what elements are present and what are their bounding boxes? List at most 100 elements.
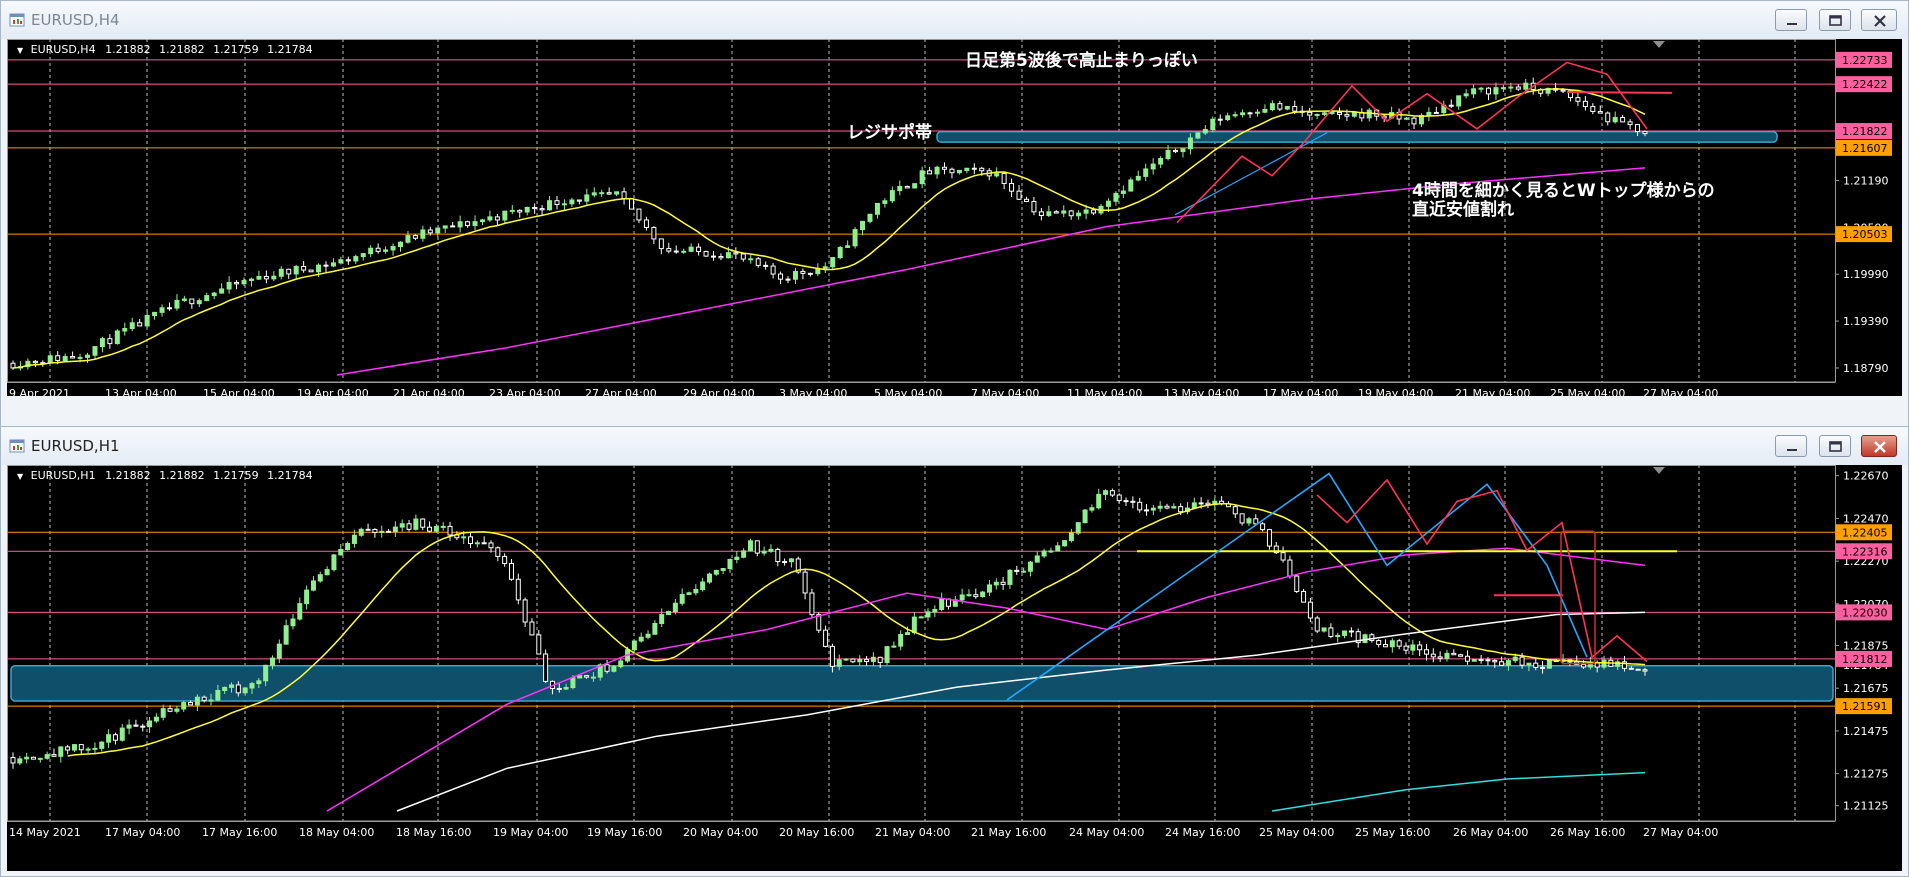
annotation-note-wtop-2[interactable]: 直近安値割れ [1412,200,1514,220]
candle-bull [852,229,858,247]
candle-bear [286,268,292,275]
maximize-button[interactable] [1819,9,1851,31]
collapse-triangle-icon[interactable]: ▼ [17,472,23,481]
candle-bear [1266,529,1272,547]
time-axis-label: 5 May 04:00 [874,387,942,396]
annotation-note-wtop-1[interactable]: 4時間を細かく見るとWトップ様からの [1412,181,1715,201]
candle-bull [1062,540,1068,547]
candle-bull [92,747,98,750]
candle-bull [1171,506,1177,509]
candle-bull [925,611,931,618]
candle-bull [153,716,159,722]
candle-bull [1150,163,1156,170]
candle-bear [864,658,870,662]
candle-bull [645,633,651,638]
price-chart-h4[interactable]: 9 Apr 2021 13 Apr 04:00 15 Apr 04:00 19 Apr… [7,39,1902,396]
candle-bull [144,315,150,327]
candle-bull [845,245,851,248]
candle-bear [375,247,381,252]
candle-bear [710,255,716,258]
minimize-button[interactable] [1775,9,1807,31]
minimize-button[interactable] [1775,435,1807,457]
time-axis-label: 13 May 04:00 [1164,387,1239,396]
candle-bull [631,640,637,651]
annotation-note-high[interactable]: 日足第5波後で高止まりっぽい [965,51,1198,71]
candle-bear [420,518,426,528]
window-titlebar[interactable]: EURUSD,H4 [1,1,1908,39]
candle-bull [725,252,731,259]
time-axis-label: 17 May 16:00 [202,826,277,839]
candle-bull [1322,112,1328,115]
candle-bull [440,525,446,528]
candle-bear [133,724,139,727]
candle-bull [420,229,426,239]
candle-bull [891,645,897,648]
candle-bull [330,262,336,267]
candle-bull [1103,490,1109,495]
candle-bull [310,580,316,591]
candle-bull [591,192,597,196]
candle-bear [51,754,57,757]
candle-bear [1575,97,1581,102]
candle-bear [1396,640,1402,647]
candle-bull [474,542,480,545]
candle-bull [1262,109,1268,113]
candle-bull [1254,111,1260,114]
candle-bull [241,280,247,285]
time-axis-label: 27 May 04:00 [1643,387,1718,396]
candle-bear [1485,659,1491,662]
candle-bull [263,664,269,682]
time-axis-label: 24 May 16:00 [1165,826,1240,839]
candle-bear [508,562,514,580]
annotation-zone-label[interactable]: レジサポ帯 [847,123,932,143]
candle-bear [1280,552,1286,561]
candle-bull [126,724,132,729]
candle-bull [884,646,890,664]
chart-window-h1[interactable]: EURUSD,H1 14 May 2021 17 May 04:00 17 May … [0,426,1909,877]
chart-window-h4[interactable]: EURUSD,H4 9 Apr 2021 13 Apr 04:00 15 Apr 0… [0,0,1909,428]
price-tag-label: 1.20503 [1842,228,1888,241]
candle-bear [1590,106,1596,112]
candle-bear [1581,664,1587,668]
candle-bull [461,536,467,539]
candle-bull [398,241,404,248]
price-tag-label: 1.22733 [1842,54,1888,67]
candle-bull [1143,168,1149,177]
candle-bear [904,186,910,189]
candle-bull [563,687,569,690]
candle-bear [979,167,985,172]
candle-bull [1601,659,1607,668]
window-titlebar[interactable]: EURUSD,H1 [1,427,1908,465]
candle-bear [829,645,835,667]
ohlc-high: 1.21882 [159,469,205,482]
candle-bear [112,734,118,741]
price-chart-h1[interactable]: 14 May 2021 17 May 04:00 17 May 16:00 18 Ma… [7,465,1902,871]
candle-bear [1164,505,1170,509]
candle-bull [58,746,64,757]
candle-bear [386,530,392,533]
price-axis-label: 1.21190 [1843,174,1889,187]
maximize-button[interactable] [1819,435,1851,457]
candle-bear [1239,513,1245,524]
candle-bear [971,167,977,170]
candle-bull [1096,493,1102,509]
candle-bear [604,664,610,672]
time-axis-label: 25 May 04:00 [1550,387,1625,396]
candle-bear [1423,649,1429,655]
candle-bear [666,248,672,252]
candle-bull [317,574,323,582]
close-button[interactable] [1861,9,1897,31]
candle-bull [618,660,624,668]
candle-bear [406,523,412,530]
time-axis-label: 18 May 16:00 [396,826,471,839]
candle-bear [1492,659,1498,663]
candle-bull [570,677,576,689]
collapse-triangle-icon[interactable]: ▼ [17,46,23,55]
candle-bull [1210,118,1216,130]
candle-bull [219,288,225,294]
close-button[interactable] [1861,435,1897,457]
candle-bull [487,216,493,221]
candle-bull [748,258,754,261]
candle-bear [447,525,453,536]
candle-bear [543,653,549,682]
